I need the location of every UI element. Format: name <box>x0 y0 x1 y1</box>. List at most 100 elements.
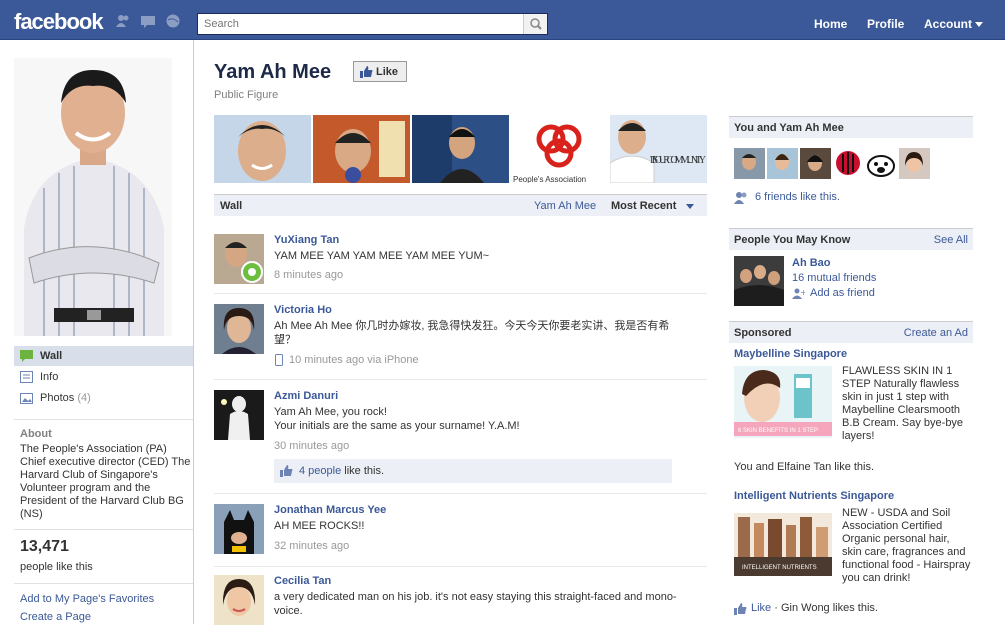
page-category: Public Figure <box>214 89 279 101</box>
friend-thumbnail[interactable] <box>833 148 864 179</box>
post-likes-box: 4 people like this. <box>274 459 672 483</box>
sponsored-header: Sponsored Create an Ad <box>729 321 973 343</box>
nav-home[interactable]: Home <box>814 17 847 31</box>
mutual-friends-link[interactable]: 16 mutual friends <box>792 272 876 284</box>
likes-count: 13,471 <box>20 538 69 555</box>
ad-title[interactable]: Intelligent Nutrients Singapore <box>734 490 894 502</box>
photo-thumbnail[interactable] <box>412 115 509 183</box>
friend-requests-icon[interactable] <box>115 14 131 28</box>
divider <box>14 419 193 420</box>
post-text: Yam Ah Mee, you rock! Your initials are … <box>274 406 520 432</box>
svg-text:+: + <box>800 288 805 297</box>
add-to-favorites-link[interactable]: Add to My Page's Favorites <box>20 593 154 605</box>
suggested-friend-name[interactable]: Ah Bao <box>792 257 831 269</box>
photo-thumbnail[interactable]: People's Association <box>511 115 608 183</box>
divider <box>214 379 707 380</box>
search-icon <box>530 18 542 30</box>
sidebar-item-photos[interactable]: Photos (4) <box>14 388 193 408</box>
create-page-link[interactable]: Create a Page <box>20 611 91 623</box>
thumbs-up-icon <box>360 66 373 78</box>
divider <box>214 566 707 567</box>
about-text: The People's Association (PA) Chief exec… <box>20 443 191 520</box>
photo-thumbnail[interactable] <box>313 115 410 183</box>
avatar[interactable] <box>214 390 264 440</box>
photo-thumbnail[interactable] <box>214 115 311 183</box>
friend-thumbnail[interactable] <box>734 148 765 179</box>
ad-body: NEW - USDA and Soil Association Certifie… <box>842 507 971 584</box>
filter-page-name[interactable]: Yam Ah Mee <box>534 200 596 212</box>
about-heading: About <box>20 428 52 440</box>
create-ad-link[interactable]: Create an Ad <box>904 327 968 339</box>
add-as-friend-link[interactable]: Add as friend <box>810 287 875 299</box>
mutual-friends-header: You and Yam Ah Mee <box>729 116 973 138</box>
info-icon <box>20 371 33 383</box>
profile-picture[interactable] <box>14 58 172 336</box>
post-author[interactable]: Jonathan Marcus Yee <box>274 504 386 516</box>
friends-like-link[interactable]: 6 friends like this. <box>755 191 840 203</box>
chevron-down-icon[interactable] <box>686 204 694 209</box>
nav-profile[interactable]: Profile <box>867 17 904 31</box>
svg-text:People's Association: People's Association <box>513 175 586 183</box>
suggested-friend-avatar[interactable] <box>734 256 784 306</box>
chevron-down-icon[interactable] <box>975 22 983 27</box>
notifications-icon[interactable] <box>165 14 181 28</box>
post-author[interactable]: Cecilia Tan <box>274 575 331 587</box>
search-input[interactable] <box>198 14 518 34</box>
wall-header: Wall Yam Ah Mee Most Recent <box>214 194 707 216</box>
people-you-may-know-header: People You May Know See All <box>729 228 973 250</box>
search-button[interactable] <box>523 14 547 34</box>
messages-icon[interactable] <box>140 14 156 28</box>
post-text: a very dedicated man on his job. it's no… <box>274 591 677 617</box>
divider <box>14 529 193 530</box>
page-title: Yam Ah Mee <box>214 61 332 83</box>
friend-thumbnail[interactable] <box>800 148 831 179</box>
see-all-link[interactable]: See All <box>934 234 968 246</box>
avatar[interactable] <box>214 304 264 354</box>
ad-like-link[interactable]: Like <box>751 602 771 614</box>
friends-icon <box>734 192 747 204</box>
post-timestamp[interactable]: 10 minutes ago via iPhone <box>289 354 419 366</box>
post-author[interactable]: Victoria Ho <box>274 304 332 316</box>
sidebar-item-wall[interactable]: Wall <box>14 346 193 366</box>
ad-title[interactable]: Maybelline Singapore <box>734 348 847 360</box>
avatar[interactable] <box>214 504 264 554</box>
svg-text:INTELLIGENT NUTRIENTS: INTELLIGENT NUTRIENTS <box>742 565 817 571</box>
sidebar-item-info[interactable]: Info <box>14 367 193 387</box>
likes-label: people like this <box>20 561 93 573</box>
svg-text:6 SKIN BENEFITS IN 1 STEP: 6 SKIN BENEFITS IN 1 STEP <box>738 428 818 434</box>
post-text: YAM MEE YAM YAM MEE YAM MEE YUM~ <box>274 250 490 262</box>
like-button[interactable]: Like <box>353 61 407 82</box>
filter-most-recent[interactable]: Most Recent <box>611 200 676 212</box>
svg-text:IT'S OUR COMMUNITY: IT'S OUR COMMUNITY <box>650 155 706 166</box>
nav-account[interactable]: Account <box>924 17 972 31</box>
post-author[interactable]: Azmi Danuri <box>274 390 338 402</box>
ad-image[interactable]: INTELLIGENT NUTRIENTS <box>734 513 832 576</box>
friend-thumbnail[interactable] <box>866 148 897 179</box>
avatar[interactable] <box>214 575 264 625</box>
top-bar: facebook Home Profile Account <box>0 0 1005 40</box>
ad-image[interactable]: 6 SKIN BENEFITS IN 1 STEP <box>734 366 832 438</box>
post-author[interactable]: YuXiang Tan <box>274 234 339 246</box>
thumbs-up-icon <box>734 603 747 615</box>
search-box <box>197 13 548 35</box>
friend-thumbnail[interactable] <box>899 148 930 179</box>
post-text: AH MEE ROCKS!! <box>274 520 365 532</box>
ad-like-row: Like · Gin Wong likes this. <box>751 602 878 614</box>
avatar[interactable] <box>214 234 264 284</box>
wall-icon <box>20 350 33 362</box>
post-timestamp[interactable]: 32 minutes ago <box>274 540 349 552</box>
photo-thumbnail[interactable]: IT'S OUR COMMUNITY <box>610 115 707 183</box>
facebook-logo[interactable]: facebook <box>14 9 104 35</box>
add-friend-icon: + <box>792 288 805 299</box>
left-column: Wall Info Photos (4) About The People's … <box>0 40 194 624</box>
ad-body: FLAWLESS SKIN IN 1 STEP Naturally flawle… <box>842 365 964 442</box>
divider <box>214 293 707 294</box>
friend-thumbnail[interactable] <box>767 148 798 179</box>
post-timestamp[interactable]: 8 minutes ago <box>274 269 343 281</box>
likes-link[interactable]: 4 people <box>299 465 341 477</box>
thumbs-up-icon <box>280 465 293 477</box>
post-text: Ah Mee Ah Mee 你几时办嫁妆, 我急得快发狂。今天今天你要老实讲、我… <box>274 320 670 346</box>
wall-label: Wall <box>220 200 243 212</box>
post-timestamp[interactable]: 30 minutes ago <box>274 440 349 452</box>
mobile-icon <box>275 354 283 366</box>
